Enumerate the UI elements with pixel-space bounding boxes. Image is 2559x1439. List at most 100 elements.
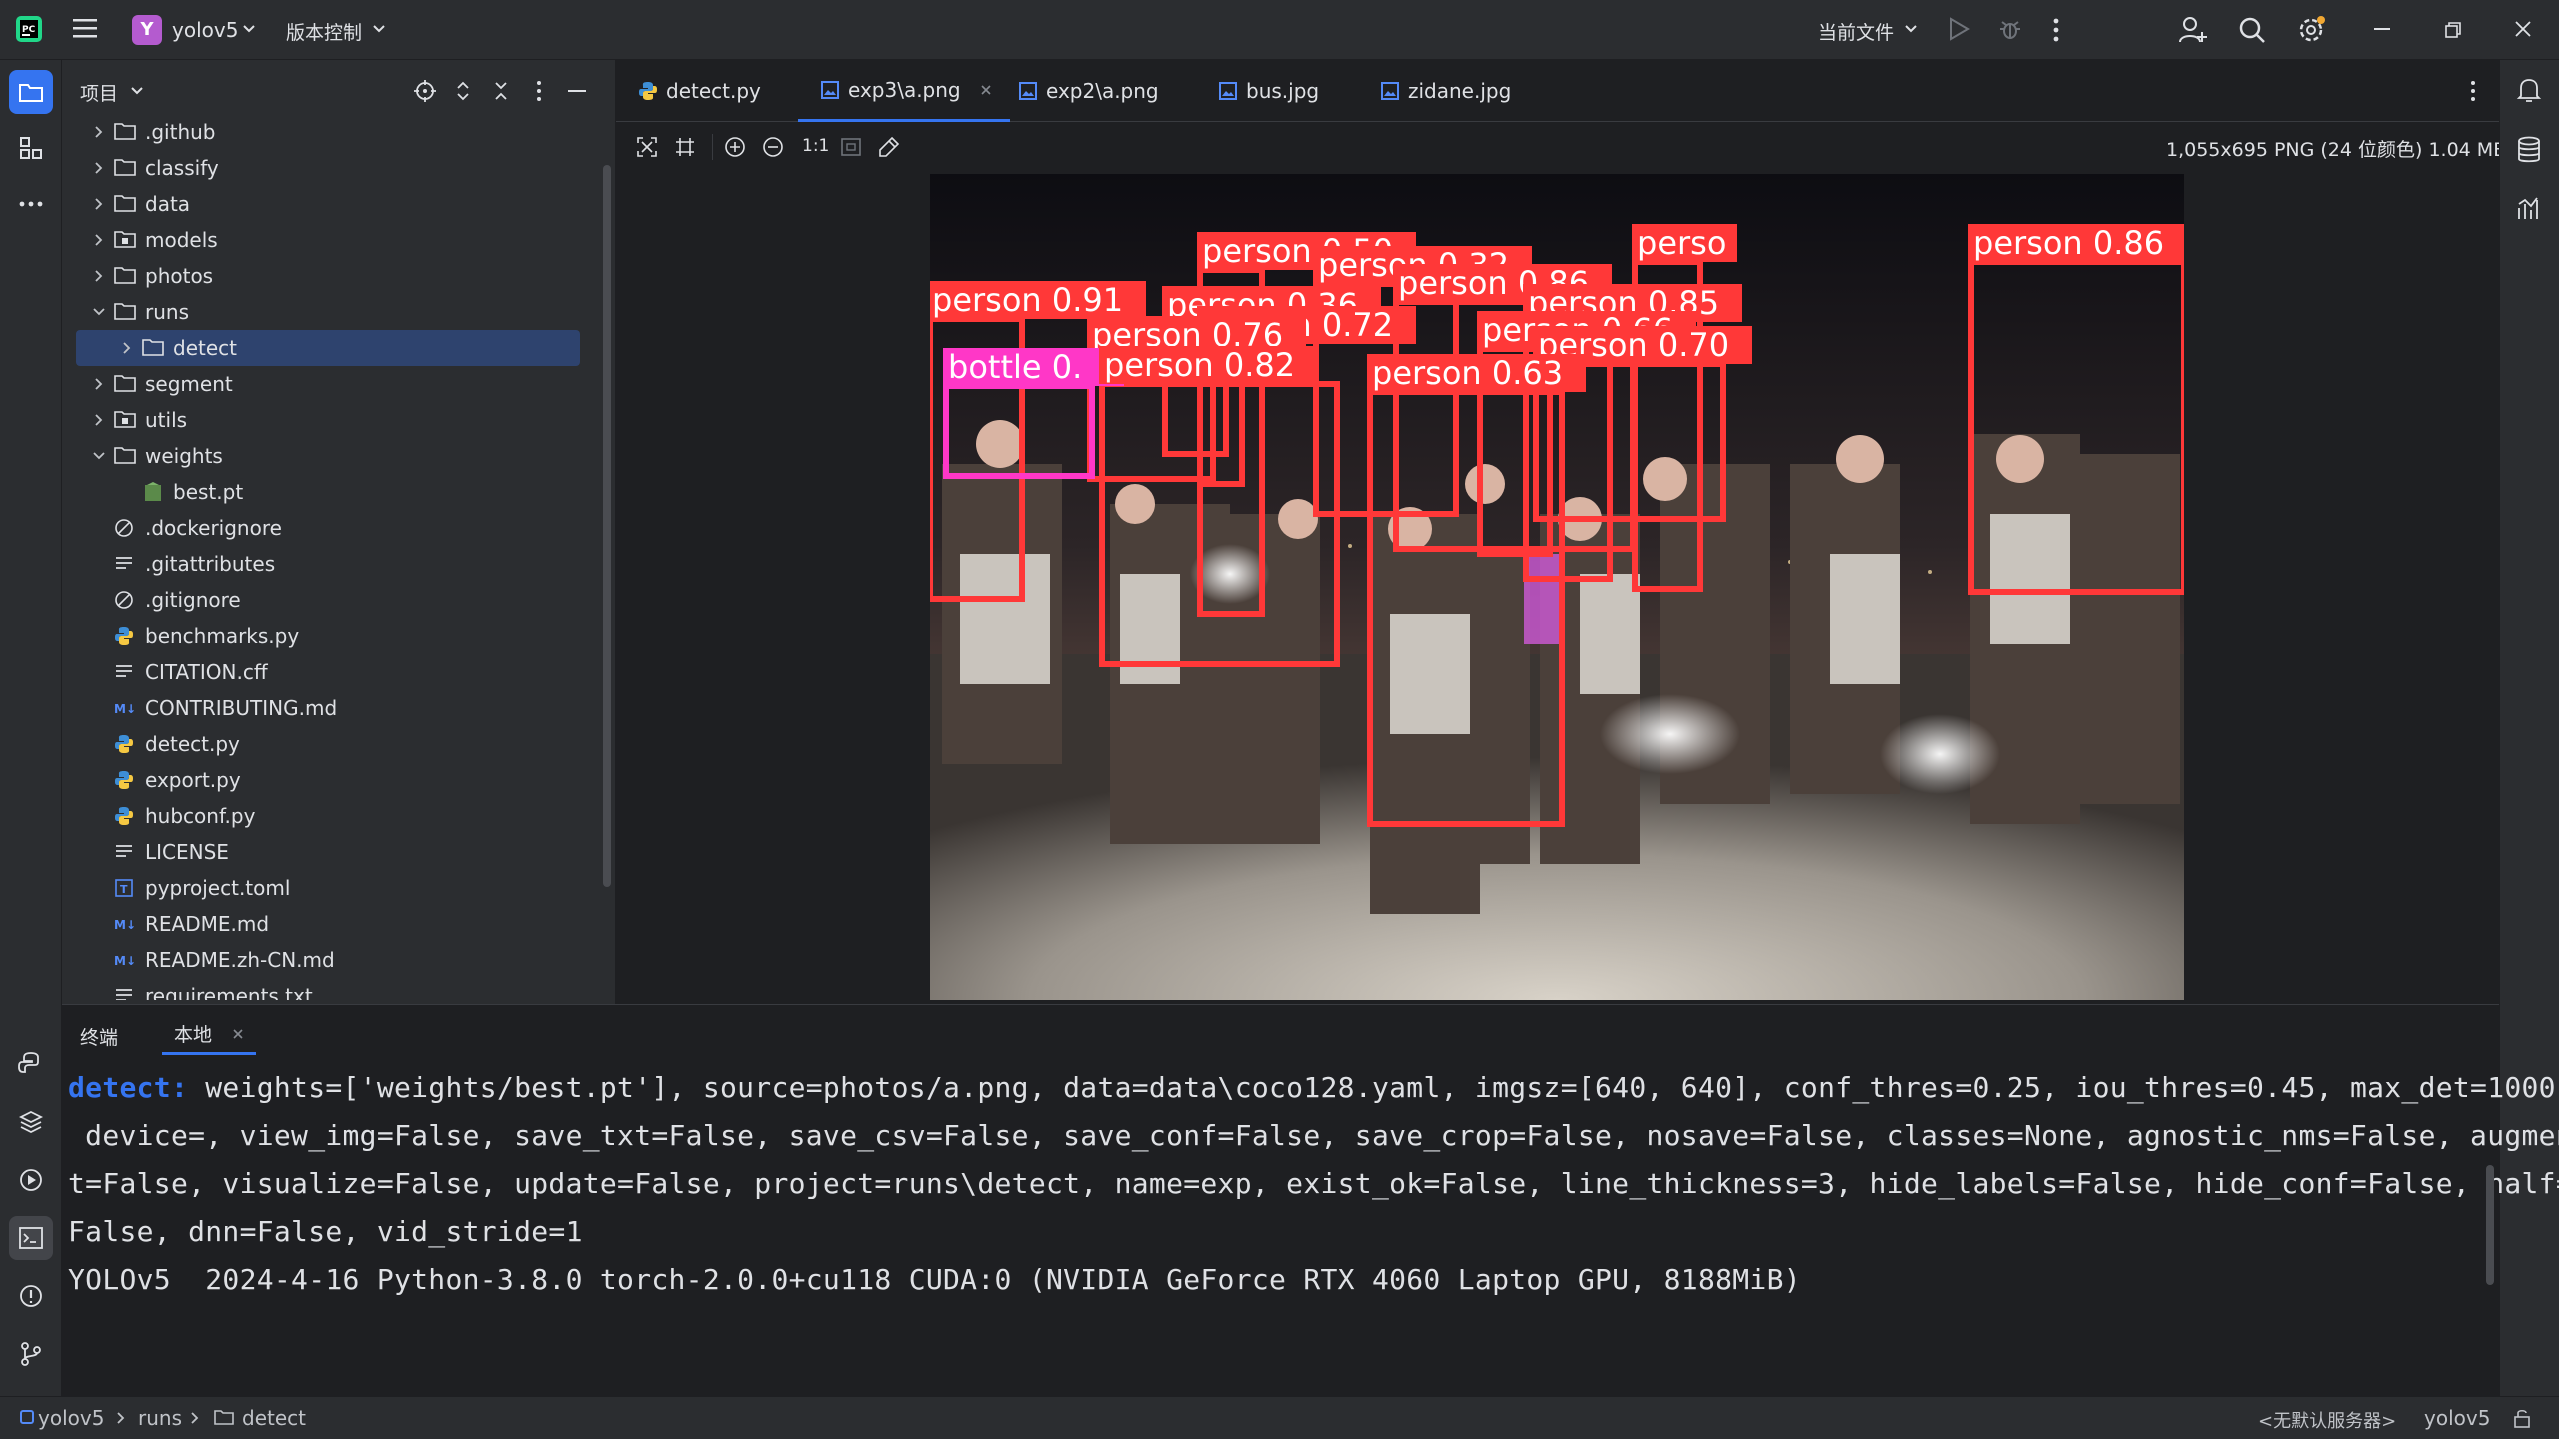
project-name[interactable]: yolov5 xyxy=(172,18,238,42)
git-icon[interactable] xyxy=(9,1332,53,1376)
chevron-down-icon[interactable] xyxy=(242,24,256,34)
tab-zidane-jpg[interactable]: zidane.jpg xyxy=(1380,60,1511,122)
breadcrumb-project[interactable]: yolov5 xyxy=(38,1406,104,1430)
sciview-chart-icon[interactable] xyxy=(2516,196,2542,222)
project-tool-icon[interactable] xyxy=(9,70,53,114)
fit-to-window-icon[interactable] xyxy=(636,136,658,158)
fit-zoom-icon[interactable] xyxy=(840,136,862,158)
more-actions-icon[interactable] xyxy=(2050,17,2062,43)
toml-file-icon: T xyxy=(114,878,138,898)
collapse-all-icon[interactable] xyxy=(492,80,510,102)
tree-item-readme-md[interactable]: M↓ README.md xyxy=(62,906,602,942)
tab-detect-py[interactable]: detect.py xyxy=(638,60,761,122)
tree-item-gitignore[interactable]: .gitignore xyxy=(62,582,602,618)
chevron-down-icon[interactable] xyxy=(130,86,144,96)
chevron-down-icon[interactable] xyxy=(90,303,108,321)
zoom-out-icon[interactable] xyxy=(762,136,784,158)
tree-item-pyproject-toml[interactable]: Tpyproject.toml xyxy=(62,870,602,906)
tree-item-runs[interactable]: runs xyxy=(62,294,602,330)
close-session-icon[interactable] xyxy=(232,1028,244,1040)
python-console-icon[interactable] xyxy=(9,1042,53,1086)
tree-item-models[interactable]: models xyxy=(62,222,602,258)
tree-item-detect-py[interactable]: detect.py xyxy=(62,726,602,762)
add-user-icon[interactable] xyxy=(2178,15,2208,45)
chevron-right-icon[interactable] xyxy=(90,375,108,393)
tree-item-dockerignore[interactable]: .dockerignore xyxy=(62,510,602,546)
chevron-down-icon[interactable] xyxy=(372,24,386,34)
project-badge[interactable]: Y xyxy=(132,15,162,45)
run-config-selector[interactable]: 当前文件 xyxy=(1818,18,1894,45)
breadcrumb-runs[interactable]: runs xyxy=(138,1406,182,1430)
locate-file-icon[interactable] xyxy=(414,80,436,102)
tab-exp3-a-png[interactable]: exp3\a.png xyxy=(798,60,1010,122)
tree-item-hubconf-py[interactable]: hubconf.py xyxy=(62,798,602,834)
chevron-right-icon[interactable] xyxy=(118,339,136,357)
maximize-icon[interactable] xyxy=(2444,21,2462,39)
chevron-right-icon[interactable] xyxy=(90,195,108,213)
terminal-tab-title[interactable]: 终端 xyxy=(80,1023,118,1050)
python-interpreter[interactable]: yolov5 xyxy=(2424,1406,2490,1430)
tree-item-requirements-txt[interactable]: requirements.txt xyxy=(62,978,602,1000)
notifications-bell-icon[interactable] xyxy=(2516,76,2542,104)
breadcrumb-detect[interactable]: detect xyxy=(242,1406,306,1430)
tree-item-detect[interactable]: detect xyxy=(76,330,580,366)
panel-options-icon[interactable] xyxy=(534,80,544,102)
chevron-down-icon[interactable] xyxy=(90,447,108,465)
tab-options-icon[interactable] xyxy=(2468,80,2478,102)
hide-panel-icon[interactable] xyxy=(568,90,586,94)
structure-tool-icon[interactable] xyxy=(9,126,53,170)
tree-item-readme-zh-cn-md[interactable]: M↓ README.zh-CN.md xyxy=(62,942,602,978)
tree-item-photos[interactable]: photos xyxy=(62,258,602,294)
project-panel-title[interactable]: 项目 xyxy=(80,79,118,106)
problems-icon[interactable] xyxy=(9,1274,53,1318)
grid-icon[interactable] xyxy=(674,136,696,158)
tree-item-data[interactable]: data xyxy=(62,186,602,222)
tree-item-best-pt[interactable]: best.pt xyxy=(62,474,602,510)
chevron-right-icon[interactable] xyxy=(90,267,108,285)
deployment-server[interactable]: <无默认服务器> xyxy=(2258,1407,2396,1433)
terminal-session-tab[interactable]: 本地 xyxy=(162,1015,257,1055)
chevron-right-icon[interactable] xyxy=(90,123,108,141)
tree-item-citation-cff[interactable]: CITATION.cff xyxy=(62,654,602,690)
tab-exp2-a-png[interactable]: exp2\a.png xyxy=(1018,60,1159,122)
tab-label: detect.py xyxy=(666,79,761,103)
tree-item-export-py[interactable]: export.py xyxy=(62,762,602,798)
terminal-tool-icon[interactable] xyxy=(9,1216,53,1260)
chevron-right-icon[interactable] xyxy=(90,411,108,429)
zoom-in-icon[interactable] xyxy=(724,136,746,158)
database-icon[interactable] xyxy=(2516,136,2542,164)
more-tools-icon[interactable] xyxy=(9,182,53,226)
tab-bus-jpg[interactable]: bus.jpg xyxy=(1218,60,1319,122)
tree-item-gitattributes[interactable]: .gitattributes xyxy=(62,546,602,582)
lock-icon[interactable] xyxy=(2512,1407,2532,1429)
tree-item-classify[interactable]: classify xyxy=(62,150,602,186)
python-packages-icon[interactable] xyxy=(9,1100,53,1144)
tree-item-benchmarks-py[interactable]: benchmarks.py xyxy=(62,618,602,654)
vcs-menu[interactable]: 版本控制 xyxy=(286,18,362,45)
chevron-right-icon[interactable] xyxy=(90,231,108,249)
actual-size-button[interactable]: 1:1 xyxy=(802,136,829,156)
minimize-icon[interactable] xyxy=(2374,28,2390,32)
tree-item-contributing-md[interactable]: M↓ CONTRIBUTING.md xyxy=(62,690,602,726)
tree-item-license[interactable]: LICENSE xyxy=(62,834,602,870)
run-icon[interactable] xyxy=(1948,17,1970,41)
pycharm-logo-icon[interactable]: PC xyxy=(14,14,44,44)
tree-item-github[interactable]: .github xyxy=(62,114,602,150)
debug-icon[interactable] xyxy=(1998,17,2022,41)
color-picker-icon[interactable] xyxy=(878,136,900,158)
settings-gear-icon[interactable] xyxy=(2296,15,2326,45)
chevron-right-icon[interactable] xyxy=(90,159,108,177)
main-menu-icon[interactable] xyxy=(72,16,98,40)
chevron-down-icon[interactable] xyxy=(1904,24,1918,34)
search-icon[interactable] xyxy=(2238,16,2266,44)
terminal-scrollbar[interactable] xyxy=(2486,1165,2494,1285)
expand-all-icon[interactable] xyxy=(454,80,472,102)
close-tab-icon[interactable] xyxy=(979,83,993,97)
tree-item-utils[interactable]: utils xyxy=(62,402,602,438)
services-icon[interactable] xyxy=(9,1158,53,1202)
close-window-icon[interactable] xyxy=(2514,20,2532,38)
chevron-right-icon xyxy=(116,1411,126,1425)
tree-scrollbar[interactable] xyxy=(603,165,611,887)
tree-item-segment[interactable]: segment xyxy=(62,366,602,402)
tree-item-weights[interactable]: weights xyxy=(62,438,602,474)
